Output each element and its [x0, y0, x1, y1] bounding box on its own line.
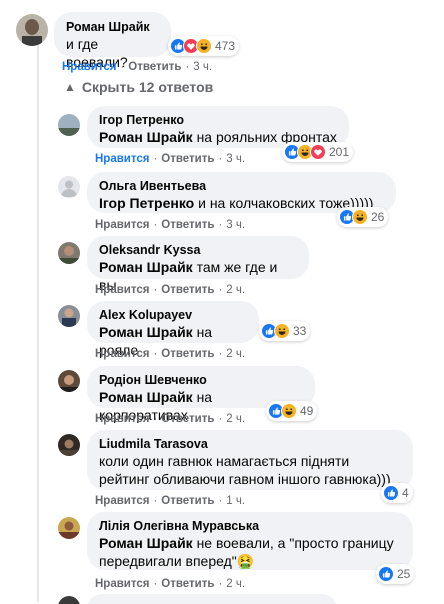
comment-actions: Нравится · Ответить · 2 ч. [95, 413, 246, 425]
reply-button[interactable]: Ответить [161, 153, 214, 165]
comment-thread: Роман Шрайк и где воевали? 473 Нравится ·… [0, 0, 444, 604]
mention-link[interactable]: Роман Шрайк [99, 535, 193, 551]
timestamp[interactable]: 2 ч. [226, 578, 245, 590]
comment-text: рейтинг обливаючи гавном іншого гавнюка)… [99, 471, 391, 487]
reaction-count: 201 [329, 145, 350, 159]
reaction-summary[interactable]: 33 [259, 321, 311, 341]
comment-bubble: Роман Шрайк и где воевали? [54, 12, 171, 70]
reply-button[interactable]: Ответить [161, 413, 214, 425]
reaction-summary[interactable]: 26 [337, 207, 389, 227]
reaction-summary[interactable]: 25 [376, 564, 415, 584]
reaction-count: 26 [371, 210, 385, 224]
reaction-count: 4 [402, 486, 409, 500]
comment-actions: Нравится · Ответить · 3 ч. [95, 219, 246, 231]
comment-author[interactable]: Alex Kolupayev [99, 307, 247, 323]
reaction-count: 25 [397, 567, 411, 581]
comment-author[interactable]: Liudmila Tarasova [99, 436, 401, 452]
avatar[interactable] [58, 114, 80, 136]
haha-icon [274, 323, 290, 339]
hide-replies-label: Скрыть 12 ответов [81, 79, 214, 95]
timestamp[interactable]: 2 ч. [226, 284, 245, 296]
reaction-summary[interactable]: 473 [168, 36, 240, 56]
avatar[interactable] [58, 596, 80, 604]
mention-link[interactable]: Роман Шрайк [99, 259, 193, 275]
comment-actions: Нравится · Ответить · 2 ч. [95, 348, 246, 360]
comment-bubble [87, 594, 337, 604]
like-icon [383, 485, 399, 501]
like-button[interactable]: Нравится [95, 153, 149, 165]
thread-line [37, 42, 39, 602]
love-icon [310, 144, 326, 160]
like-button[interactable]: Нравится [95, 219, 149, 231]
haha-icon [352, 209, 368, 225]
reply-button[interactable]: Ответить [161, 578, 214, 590]
comment-author[interactable]: Ігор Петренко [99, 112, 337, 128]
comment-bubble: Oleksandr Kyssa Роман Шрайк там же где и… [87, 236, 309, 293]
like-button[interactable]: Нравится [95, 348, 149, 360]
haha-icon [281, 403, 297, 419]
reaction-count: 49 [300, 404, 314, 418]
timestamp[interactable]: 2 ч. [226, 348, 245, 360]
comment-author[interactable]: Роман Шрайк [66, 19, 159, 35]
avatar[interactable] [58, 370, 80, 392]
mention-link[interactable]: Роман Шрайк [99, 129, 193, 145]
like-button[interactable]: Нравится [95, 413, 149, 425]
like-button[interactable]: Нравится [62, 61, 116, 73]
hide-replies-button[interactable]: ▲ Скрыть 12 ответов [64, 79, 213, 95]
comment-author[interactable]: Oleksandr Kyssa [99, 242, 297, 258]
comment-actions: Нравится · Ответить · 2 ч. [95, 578, 246, 590]
mention-link[interactable]: Роман Шрайк [99, 324, 193, 340]
reaction-summary[interactable]: 201 [282, 142, 354, 162]
comment-bubble: Лілія Олегівна Муравська Роман Шрайк не … [87, 512, 413, 570]
mention-link[interactable]: Роман Шрайк [99, 389, 193, 405]
reply-button[interactable]: Ответить [161, 495, 214, 507]
comment-author[interactable]: Лілія Олегівна Муравська [99, 518, 401, 534]
haha-icon [196, 38, 212, 54]
timestamp[interactable]: 3 ч. [226, 219, 245, 231]
timestamp[interactable]: 1 ч. [226, 495, 245, 507]
avatar[interactable] [58, 176, 80, 198]
hide-arrow-icon: ▲ [64, 80, 76, 94]
comment-text: не воевали, а "просто границу [192, 535, 394, 551]
comment-author[interactable]: Родіон Шевченко [99, 372, 303, 388]
reply-button[interactable]: Ответить [161, 348, 214, 360]
comment-bubble: Alex Kolupayev Роман Шрайк на рояле [87, 301, 259, 358]
like-icon [378, 566, 394, 582]
like-button[interactable]: Нравится [95, 578, 149, 590]
like-button[interactable]: Нравится [95, 495, 149, 507]
comment-actions: Нравится · Ответить · 3 ч. [95, 153, 246, 165]
avatar[interactable] [58, 434, 80, 456]
mention-link[interactable]: Ігор Петренко [99, 195, 194, 211]
reaction-count: 33 [293, 324, 307, 338]
avatar[interactable] [58, 517, 80, 539]
reaction-summary[interactable]: 4 [381, 483, 413, 503]
reply-button[interactable]: Ответить [161, 284, 214, 296]
reaction-count: 473 [215, 39, 236, 53]
comment-actions: Нравится · Ответить · 1 ч. [95, 495, 246, 507]
reply-button[interactable]: Ответить [161, 219, 214, 231]
reply-button[interactable]: Ответить [128, 61, 181, 73]
comment-author[interactable]: Ольга Ивентьева [99, 178, 384, 194]
timestamp[interactable]: 2 ч. [226, 413, 245, 425]
comment-actions: Нравится · Ответить · 3 ч. [62, 61, 213, 73]
avatar[interactable] [58, 242, 80, 264]
reaction-summary[interactable]: 49 [266, 401, 318, 421]
comment-actions: Нравится · Ответить · 2 ч. [95, 284, 246, 296]
comment-bubble: Liudmila Tarasova коли один гавнюк намаг… [87, 430, 413, 490]
comment-text: коли один гавнюк намагається підняти [99, 453, 350, 469]
timestamp[interactable]: 3 ч. [226, 153, 245, 165]
comment-text: передвигали вперед" [99, 553, 237, 569]
emoji: 🤮 [236, 553, 255, 569]
timestamp[interactable]: 3 ч. [193, 61, 212, 73]
avatar[interactable] [16, 14, 48, 46]
avatar[interactable] [58, 305, 80, 327]
like-button[interactable]: Нравится [95, 284, 149, 296]
